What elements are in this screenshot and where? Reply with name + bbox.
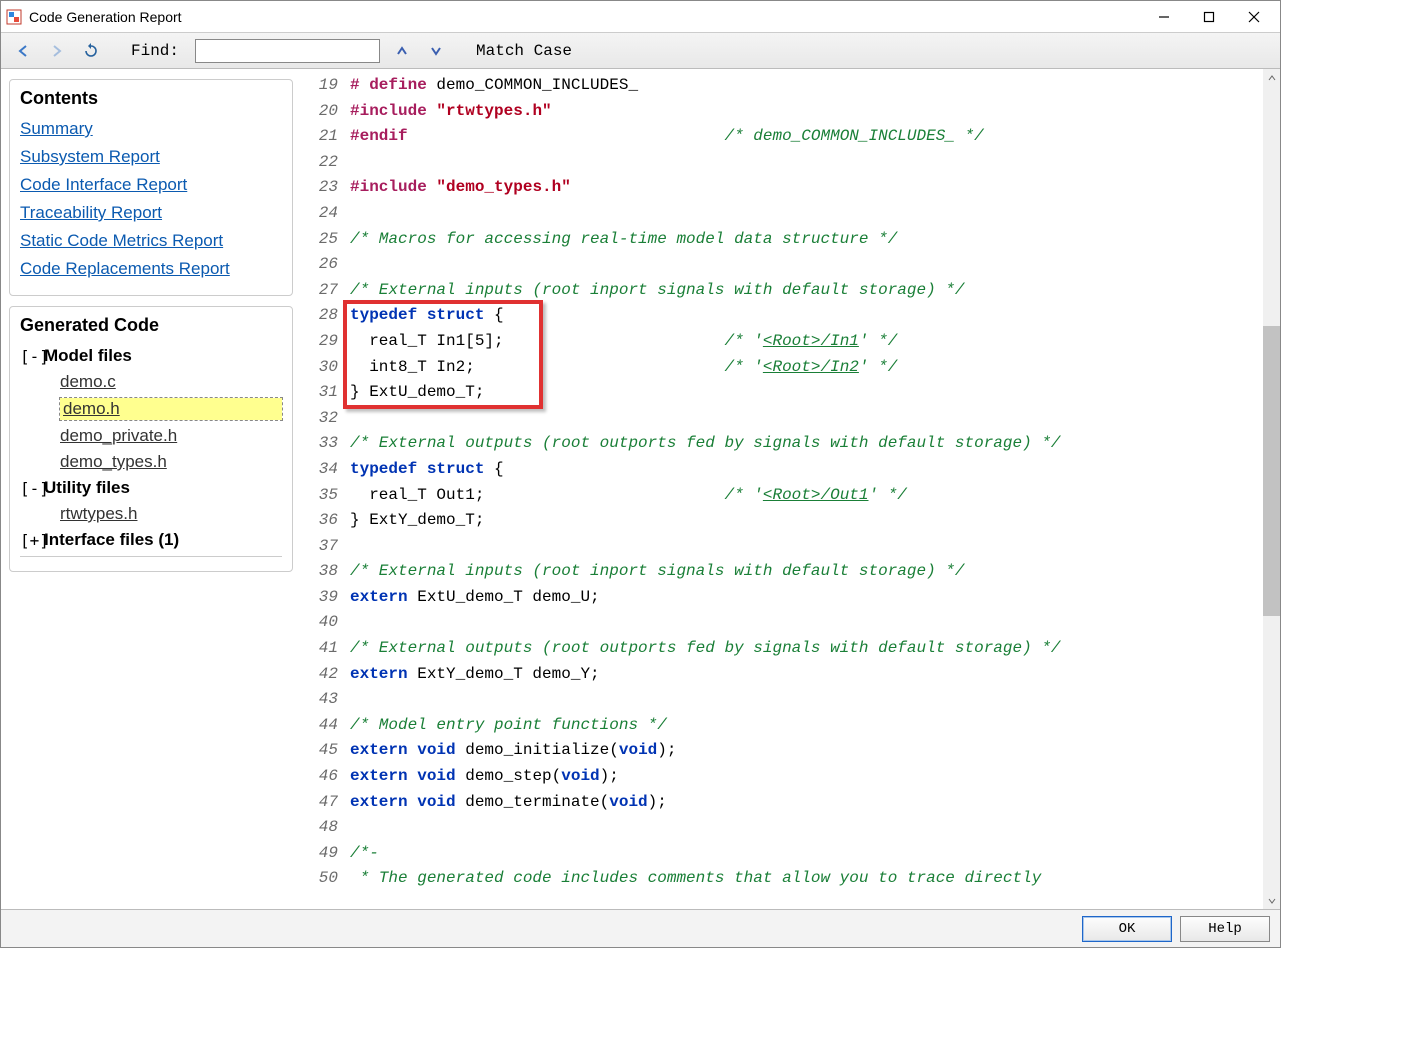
find-input[interactable]	[195, 39, 380, 63]
code-line-21: #endif /* demo_COMMON_INCLUDES_ */	[350, 124, 1263, 150]
content-area: Contents Summary Subsystem Report Code Int…	[1, 69, 1280, 909]
code-body[interactable]: # define demo_COMMON_INCLUDES_#include "…	[346, 69, 1263, 909]
code-line-44: /* Model entry point functions */	[350, 713, 1263, 739]
tree-group-2: [+]Interface files (1)	[20, 530, 282, 550]
contents-link-2[interactable]: Code Interface Report	[20, 175, 282, 195]
code-line-20: #include "rtwtypes.h"	[350, 99, 1263, 125]
code-line-28: typedef struct {	[350, 303, 1263, 329]
ok-button[interactable]: OK	[1082, 916, 1172, 942]
minimize-button[interactable]	[1141, 2, 1186, 32]
code-line-29: real_T In1[5]; /* '<Root>/In1' */	[350, 329, 1263, 355]
app-window: Code Generation Report Find: Match Case …	[0, 0, 1281, 948]
code-line-41: /* External outputs (root outports fed b…	[350, 636, 1263, 662]
find-label: Find:	[131, 42, 179, 60]
file-link-demo-h[interactable]: demo.h	[60, 398, 282, 420]
code-line-23: #include "demo_types.h"	[350, 175, 1263, 201]
code-line-48	[350, 815, 1263, 841]
code-viewer: 1920212223242526272829303132333435363738…	[301, 69, 1280, 909]
code-line-36: } ExtY_demo_T;	[350, 508, 1263, 534]
code-line-25: /* Macros for accessing real-time model …	[350, 227, 1263, 253]
code-line-49: /*-	[350, 841, 1263, 867]
scroll-track[interactable]	[1263, 86, 1280, 892]
code-line-39: extern ExtU_demo_T demo_U;	[350, 585, 1263, 611]
find-prev-button[interactable]	[390, 39, 414, 63]
file-link-rtwtypes-h[interactable]: rtwtypes.h	[60, 504, 282, 524]
tree-label: Utility files	[44, 478, 130, 498]
tree-label: Interface files (1)	[44, 530, 179, 550]
maximize-button[interactable]	[1186, 2, 1231, 32]
window-controls	[1141, 2, 1276, 32]
generated-heading: Generated Code	[20, 315, 282, 336]
help-button[interactable]: Help	[1180, 916, 1270, 942]
find-next-button[interactable]	[424, 39, 448, 63]
code-line-24	[350, 201, 1263, 227]
code-line-19: # define demo_COMMON_INCLUDES_	[350, 73, 1263, 99]
contents-link-3[interactable]: Traceability Report	[20, 203, 282, 223]
code-line-46: extern void demo_step(void);	[350, 764, 1263, 790]
refresh-button[interactable]	[79, 39, 103, 63]
line-gutter: 1920212223242526272829303132333435363738…	[301, 69, 346, 909]
tree-group-1: [-]Utility files	[20, 478, 282, 498]
sidebar: Contents Summary Subsystem Report Code Int…	[1, 69, 301, 909]
app-icon	[5, 8, 23, 26]
scroll-thumb[interactable]	[1263, 326, 1280, 616]
contents-panel: Contents Summary Subsystem Report Code Int…	[9, 79, 293, 296]
tree-toggle[interactable]: [-]	[20, 479, 44, 498]
file-link-demo_types-h[interactable]: demo_types.h	[60, 452, 282, 472]
scroll-down-icon[interactable]	[1263, 892, 1280, 909]
code-line-42: extern ExtY_demo_T demo_Y;	[350, 662, 1263, 688]
code-line-34: typedef struct {	[350, 457, 1263, 483]
toolbar: Find: Match Case	[1, 33, 1280, 69]
code-line-38: /* External inputs (root inport signals …	[350, 559, 1263, 585]
tree-toggle[interactable]: [-]	[20, 347, 44, 366]
titlebar: Code Generation Report	[1, 1, 1280, 33]
tree-toggle[interactable]: [+]	[20, 531, 44, 550]
forward-button[interactable]	[45, 39, 69, 63]
bottom-bar: OK Help	[1, 909, 1280, 947]
tree-group-0: [-]Model files	[20, 346, 282, 366]
code-line-35: real_T Out1; /* '<Root>/Out1' */	[350, 483, 1263, 509]
code-line-40	[350, 610, 1263, 636]
code-line-31: } ExtU_demo_T;	[350, 380, 1263, 406]
contents-link-5[interactable]: Code Replacements Report	[20, 259, 282, 279]
contents-link-0[interactable]: Summary	[20, 119, 282, 139]
code-line-33: /* External outputs (root outports fed b…	[350, 431, 1263, 457]
contents-links: Summary Subsystem Report Code Interface Re…	[20, 119, 282, 279]
file-link-demo-c[interactable]: demo.c	[60, 372, 282, 392]
code-line-27: /* External inputs (root inport signals …	[350, 278, 1263, 304]
file-link-demo_private-h[interactable]: demo_private.h	[60, 426, 282, 446]
contents-heading: Contents	[20, 88, 282, 109]
generated-code-panel: Generated Code [-]Model filesdemo.cdemo.…	[9, 306, 293, 572]
code-line-22	[350, 150, 1263, 176]
back-button[interactable]	[11, 39, 35, 63]
scroll-up-icon[interactable]	[1263, 69, 1280, 86]
window-title: Code Generation Report	[29, 9, 1141, 25]
code-line-32	[350, 406, 1263, 432]
code-line-26	[350, 252, 1263, 278]
code-line-37	[350, 534, 1263, 560]
tree-label: Model files	[44, 346, 132, 366]
vertical-scrollbar[interactable]	[1263, 69, 1280, 909]
code-line-43	[350, 687, 1263, 713]
match-case-toggle[interactable]: Match Case	[476, 42, 572, 60]
code-line-50: * The generated code includes comments t…	[350, 866, 1263, 892]
contents-link-4[interactable]: Static Code Metrics Report	[20, 231, 282, 251]
close-button[interactable]	[1231, 2, 1276, 32]
code-line-47: extern void demo_terminate(void);	[350, 790, 1263, 816]
code-line-30: int8_T In2; /* '<Root>/In2' */	[350, 355, 1263, 381]
contents-link-1[interactable]: Subsystem Report	[20, 147, 282, 167]
code-line-45: extern void demo_initialize(void);	[350, 738, 1263, 764]
